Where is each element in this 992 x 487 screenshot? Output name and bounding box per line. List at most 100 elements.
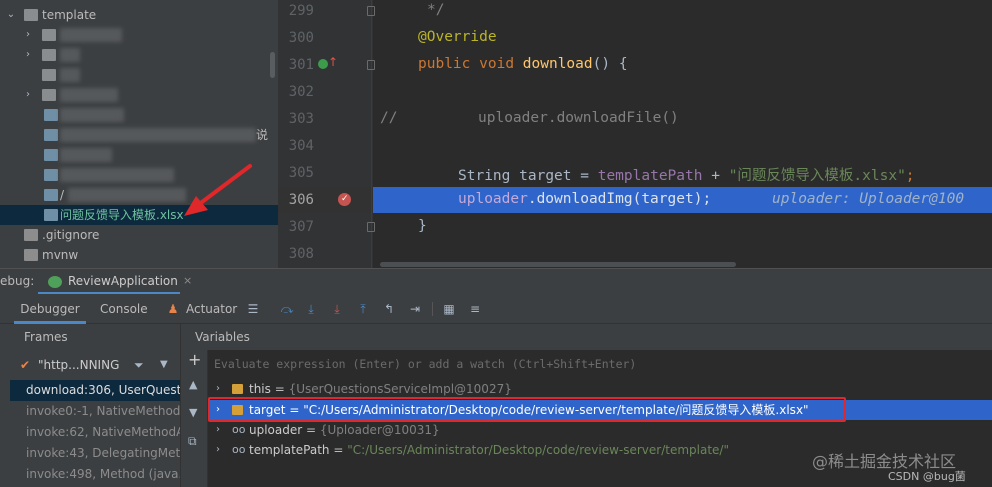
copy-icon[interactable]: ⧉ <box>188 434 197 449</box>
excel-file-icon <box>44 109 58 121</box>
excel-file-icon <box>44 129 58 141</box>
force-step-into-icon[interactable]: ⤓ <box>330 302 344 316</box>
toolbar-separator <box>432 302 433 316</box>
obscured-label <box>60 108 124 122</box>
watch-glasses-icon: oo <box>232 423 246 436</box>
obscured-label <box>60 28 122 42</box>
run-config-label: ReviewApplication <box>68 274 178 288</box>
file-icon <box>24 249 38 261</box>
obscured-label <box>60 88 118 102</box>
variable-row-this[interactable]: › this = {UserQuestionsServiceImpl@10027… <box>208 379 992 399</box>
step-over-icon[interactable]: ⤼ <box>280 302 294 316</box>
code-line-299: */ <box>427 2 445 18</box>
obscured-label <box>68 188 186 202</box>
tree-item-folder[interactable]: › <box>0 25 278 45</box>
fold-marker-icon[interactable] <box>367 6 375 16</box>
debug-title-label: ebug: <box>0 274 35 288</box>
tree-item-file[interactable] <box>0 105 278 125</box>
layout-icon[interactable]: ☰ <box>246 302 260 316</box>
override-method-icon[interactable] <box>318 59 328 69</box>
evaluate-expression-icon[interactable]: ▦ <box>442 302 456 316</box>
obscured-label <box>60 168 174 182</box>
chevron-down-icon[interactable]: ▼ <box>160 352 168 378</box>
chevron-right-icon[interactable]: › <box>22 45 34 65</box>
tree-item-folder[interactable]: › <box>0 85 278 105</box>
frame-item[interactable]: invoke0:-1, NativeMethodAccessorImpl <box>10 401 180 422</box>
frame-item[interactable]: invoke:43, DelegatingMethodAccessorImpl <box>10 443 180 464</box>
fold-marker-icon[interactable] <box>367 60 375 70</box>
code-line-303-body: uploader.downloadFile() <box>478 110 679 126</box>
watch-expression-input[interactable]: Evaluate expression (Enter) or add a wat… <box>208 352 992 376</box>
chevron-right-icon[interactable]: › <box>22 85 34 105</box>
excel-file-icon <box>44 149 58 161</box>
trace-icon[interactable]: ≡ <box>468 302 482 316</box>
up-icon[interactable]: ▲ <box>189 378 197 391</box>
line-number: 302 <box>288 84 314 100</box>
tree-item-gitignore[interactable]: .gitignore <box>0 225 278 245</box>
folder-icon <box>42 49 56 61</box>
thread-selector[interactable]: ✔ "http...NNING ⏷ ▼ <box>10 352 180 378</box>
chevron-right-icon[interactable]: › <box>216 379 220 399</box>
tree-item-folder[interactable] <box>0 65 278 85</box>
code-line-306: uploader.downloadImg(target); <box>458 191 712 207</box>
tree-item-mvnw[interactable]: mvnw <box>0 245 278 265</box>
watch-glasses-icon: oo <box>232 443 246 456</box>
code-line-305: String target = templatePath + "问题反馈导入模板… <box>458 168 915 184</box>
code-line-303: // <box>380 110 398 126</box>
tree-item-file[interactable]: 说 <box>0 125 278 145</box>
frame-item[interactable]: download:306, UserQuestionsServiceImpl <box>10 380 180 401</box>
chevron-right-icon[interactable]: › <box>216 440 220 460</box>
code-line-300: @Override <box>418 29 497 45</box>
line-number: 305 <box>288 165 314 181</box>
implements-arrow-icon[interactable]: ↑ <box>328 55 338 69</box>
watermark-csdn: CSDN @bug菌 <box>888 470 966 483</box>
frame-item[interactable]: invoke:498, Method (java.lang.reflect) <box>10 464 180 485</box>
variable-row-uploader[interactable]: › oo uploader = {Uploader@10031} <box>208 420 992 440</box>
close-icon[interactable]: × <box>183 274 192 287</box>
step-into-icon[interactable]: ⤓ <box>304 302 318 316</box>
line-number: 304 <box>288 138 314 154</box>
step-out-icon[interactable]: ⤒ <box>356 302 370 316</box>
tab-console[interactable]: Console <box>100 294 148 324</box>
variables-header: Variables <box>181 324 992 350</box>
code-line-301: public void download() { <box>418 56 628 72</box>
frame-item[interactable]: invoke:62, NativeMethodAccessorImpl <box>10 422 180 443</box>
folder-icon <box>42 89 56 101</box>
obscured-label <box>60 68 80 82</box>
line-number: 299 <box>288 3 314 19</box>
breakpoint-check-icon: ✓ <box>341 194 349 204</box>
add-watch-icon[interactable]: + <box>188 350 201 369</box>
editor-horizontal-scrollbar[interactable] <box>380 262 736 267</box>
tree-item-folder[interactable]: › <box>0 45 278 65</box>
line-number: 303 <box>288 111 314 127</box>
tree-item-template[interactable]: ⌄ template <box>0 5 278 25</box>
line-number: 308 <box>288 246 314 262</box>
tree-scrollbar[interactable] <box>270 52 275 78</box>
obscured-label <box>60 128 256 142</box>
chevron-right-icon[interactable]: › <box>22 25 34 45</box>
red-arrow-annotation <box>184 164 252 216</box>
down-icon[interactable]: ▼ <box>189 406 197 419</box>
file-icon <box>24 229 38 241</box>
drop-frame-icon[interactable]: ↰ <box>382 302 396 316</box>
line-number: 301 <box>288 57 314 73</box>
tab-debugger[interactable]: Debugger <box>14 294 86 324</box>
obscured-label <box>60 48 80 62</box>
folder-icon <box>24 9 38 21</box>
project-tree: ⌄ template › › › 说 / 问题反馈导入模板.xlsx .giti… <box>0 0 278 268</box>
code-line-307: } <box>418 218 427 234</box>
inline-debug-hint: uploader: Uploader@100 <box>772 191 965 207</box>
run-to-cursor-icon[interactable]: ⇥ <box>408 302 422 316</box>
chevron-right-icon[interactable]: › <box>216 420 220 440</box>
fold-marker-icon[interactable] <box>367 222 375 232</box>
filter-icon[interactable]: ⏷ <box>134 352 144 378</box>
red-highlight-box <box>208 397 846 422</box>
object-icon <box>232 384 243 394</box>
tab-actuator[interactable]: Actuator <box>186 294 237 324</box>
actuator-icon: ♟ <box>167 302 179 316</box>
excel-file-icon <box>44 169 58 181</box>
line-number: 306 <box>288 192 314 208</box>
line-number: 300 <box>288 30 314 46</box>
excel-file-icon <box>44 209 58 221</box>
chevron-down-icon[interactable]: ⌄ <box>5 5 17 25</box>
